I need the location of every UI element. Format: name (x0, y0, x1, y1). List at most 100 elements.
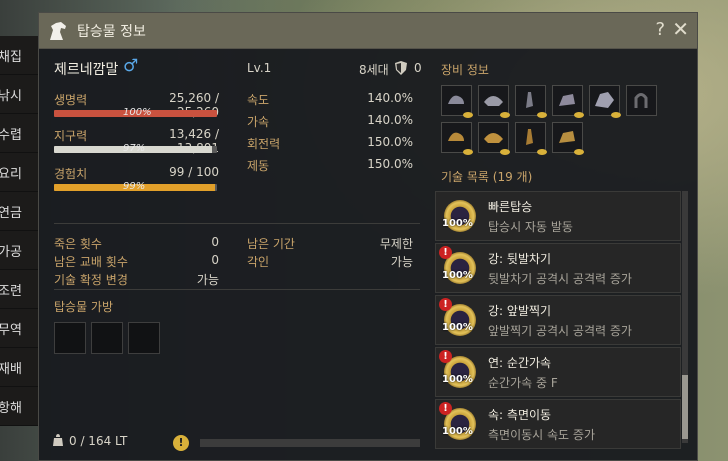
skill-icon: 100% (442, 200, 476, 232)
sidebar-item-alchemy[interactable]: 연금 (0, 192, 40, 231)
imprint-value: 가능 (390, 255, 413, 269)
brake-label: 제동 (247, 159, 270, 173)
equipment-slot-helmet-outfit[interactable] (478, 122, 510, 155)
hp-label: 생명력 (54, 93, 88, 107)
skill-change-value: 가능 (196, 273, 219, 287)
skill-item[interactable]: 100% ! 연: 순간가속 순간가속 중 F (435, 347, 681, 397)
life-skill-sidebar: 채집 낚시 수렵 요리 연금 가공 조련 무역 재배 항해 (0, 36, 40, 426)
window-title: 탑승물 정보 (77, 23, 146, 40)
stamina-percent: 97% (123, 143, 146, 154)
equipment-slot-horseshoe[interactable] (626, 85, 657, 116)
skill-item[interactable]: 100% ! 강: 뒷발차기 뒷발차기 공격시 공격력 증가 (435, 243, 681, 293)
sidebar-item-trade[interactable]: 무역 (0, 309, 40, 348)
bag-slot[interactable] (91, 322, 123, 354)
exp-value: 99 / 100 (169, 165, 219, 179)
exp-percent: 99% (123, 181, 146, 192)
sidebar-item-farming[interactable]: 재배 (0, 348, 40, 387)
skill-name: 강: 앞발찍기 (488, 304, 552, 318)
equipment-slot-armor[interactable] (589, 85, 621, 118)
equipment-slot-saddle[interactable] (441, 85, 473, 118)
breed-count-value: 0 (211, 253, 219, 267)
progress-track (200, 439, 420, 447)
sidebar-item-training[interactable]: 조련 (0, 270, 40, 309)
outfit-saddle-icon (448, 132, 464, 141)
skill-change-label: 기술 확정 변경 (54, 273, 128, 287)
warning-icon: ! (439, 402, 452, 415)
skill-description: 탑승시 자동 발동 (488, 220, 573, 234)
turning-value: 150.0% (367, 135, 413, 149)
equipment-title: 장비 정보 (441, 63, 489, 77)
male-gender-icon: ♂ (123, 56, 139, 76)
barding-icon (559, 94, 575, 106)
skill-description: 앞발찍기 공격시 공격력 증가 (488, 324, 632, 338)
mount-level: Lv.1 (247, 61, 272, 75)
stirrup-icon (526, 92, 533, 108)
bag-slot[interactable] (54, 322, 86, 354)
warning-icon: ! (439, 350, 452, 363)
speed-label: 속도 (247, 93, 270, 107)
info-icon[interactable]: ! (173, 435, 189, 451)
skill-description: 뒷발차기 공격시 공격력 증가 (488, 272, 632, 286)
warning-icon: ! (439, 246, 452, 259)
mount-name: 제르네깜말 (54, 62, 119, 78)
bag-slot[interactable] (128, 322, 160, 354)
equipment-slot-stirrups-outfit[interactable] (515, 122, 547, 155)
close-button[interactable]: ✕ (672, 17, 689, 41)
equipment-slot-saddle-outfit[interactable] (441, 122, 473, 155)
stamina-label: 지구력 (54, 129, 88, 143)
outfit-stirrup-icon (526, 129, 533, 145)
equipment-slot-stirrups[interactable] (515, 85, 547, 118)
sidebar-item-cooking[interactable]: 요리 (0, 153, 40, 192)
skill-name: 강: 뒷발차기 (488, 252, 552, 266)
acceleration-label: 가속 (247, 115, 270, 129)
remaining-period-label: 남은 기간 (247, 237, 295, 251)
armor-piece-icon (595, 92, 614, 108)
outfit-barding-icon (559, 131, 575, 143)
help-button[interactable]: ? (655, 19, 665, 40)
imprint-label: 각인 (247, 255, 270, 269)
skill-list-title: 기술 목록 (19 개) (441, 170, 533, 184)
remaining-period-value: 무제한 (379, 237, 413, 251)
turning-label: 회전력 (247, 137, 281, 151)
brake-value: 150.0% (367, 157, 413, 171)
hp-percent: 100% (123, 107, 152, 118)
armor-value: 0 (414, 61, 422, 75)
skill-name: 빠른탑승 (488, 200, 533, 214)
bag-weight: 0 / 164 LT (69, 434, 128, 448)
warning-icon: ! (439, 298, 452, 311)
speed-value: 140.0% (367, 91, 413, 105)
horseshoe-icon (634, 93, 648, 108)
helmet-icon (484, 96, 503, 106)
window-titlebar[interactable]: 탑승물 정보 (39, 13, 697, 49)
skill-item[interactable]: 100% ! 강: 앞발찍기 앞발찍기 공격시 공격력 증가 (435, 295, 681, 345)
death-count-label: 죽은 횟수 (54, 237, 102, 251)
weight-icon (53, 434, 63, 446)
skill-scrollbar-thumb[interactable] (682, 375, 688, 439)
skill-item[interactable]: 100% 빠른탑승 탑승시 자동 발동 (435, 191, 681, 241)
acceleration-value: 140.0% (367, 113, 413, 127)
sidebar-item-fishing[interactable]: 낚시 (0, 75, 40, 114)
breed-count-label: 남은 교배 횟수 (54, 255, 128, 269)
exp-label: 경험치 (54, 167, 88, 181)
equipment-slot-barding[interactable] (552, 85, 584, 118)
sidebar-item-processing[interactable]: 가공 (0, 231, 40, 270)
skill-description: 측면이동시 속도 증가 (488, 428, 595, 442)
saddle-icon (448, 95, 464, 104)
mount-bag-title: 탑승물 가방 (54, 300, 114, 314)
skill-description: 순간가속 중 F (488, 376, 558, 390)
sidebar-item-sailing[interactable]: 항해 (0, 387, 40, 426)
skill-item[interactable]: 100% ! 속: 측면이동 측면이동시 속도 증가 (435, 399, 681, 449)
death-count-value: 0 (211, 235, 219, 249)
horse-head-icon (50, 21, 66, 40)
mount-generation: 8세대 (359, 63, 389, 77)
equipment-slot-barding-outfit[interactable] (552, 122, 584, 155)
skill-name: 속: 측면이동 (488, 408, 552, 422)
divider (54, 223, 420, 224)
sidebar-item-gathering[interactable]: 채집 (0, 36, 40, 75)
armor-icon (395, 61, 407, 75)
outfit-helmet-icon (484, 133, 503, 143)
equipment-slot-helmet[interactable] (478, 85, 510, 118)
skill-name: 연: 순간가속 (488, 356, 552, 370)
divider (54, 289, 420, 290)
sidebar-item-hunting[interactable]: 수렵 (0, 114, 40, 153)
